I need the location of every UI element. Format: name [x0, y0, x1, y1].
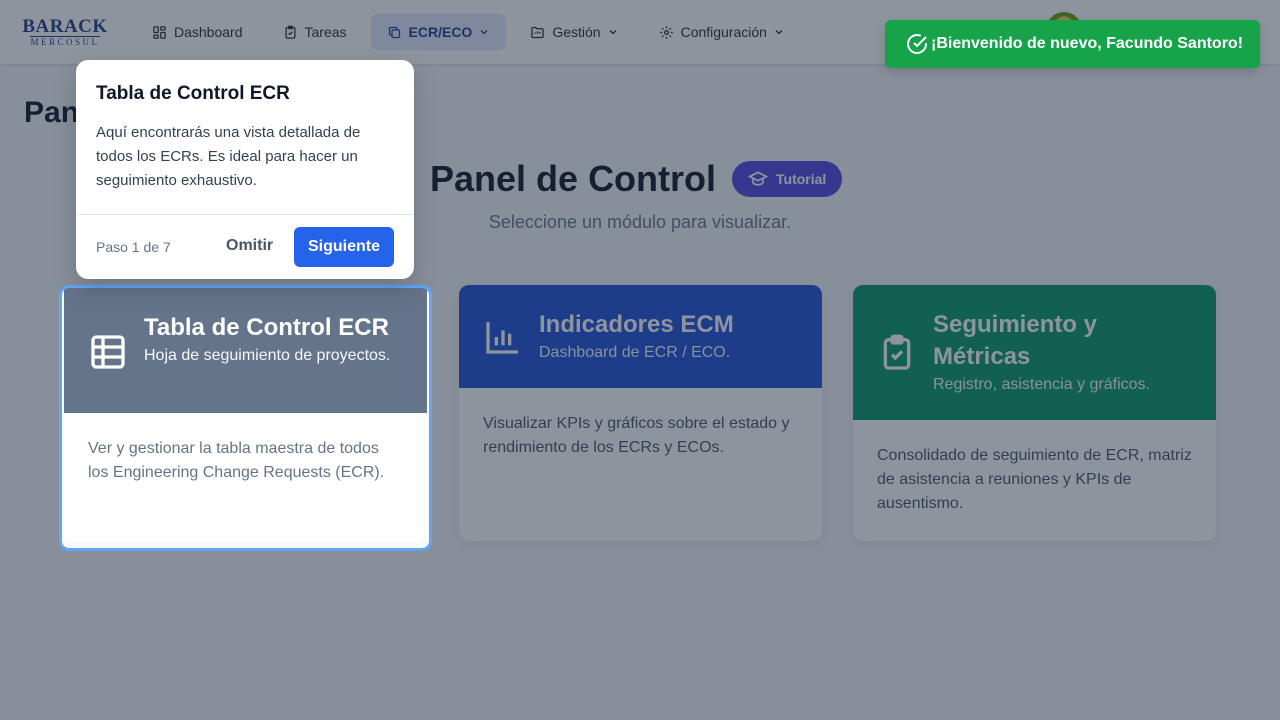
tour-popover: Tabla de Control ECR Aquí encontrarás un… — [76, 60, 414, 279]
card-title: Tabla de Control ECR — [144, 314, 389, 341]
tour-divider — [76, 214, 414, 215]
tour-step-counter: Paso 1 de 7 — [96, 239, 171, 255]
check-circle-icon — [907, 34, 927, 54]
tour-next-button[interactable]: Siguiente — [294, 227, 394, 267]
tour-description: Aquí encontrarás una vista detallada de … — [96, 124, 361, 189]
table-icon — [91, 335, 125, 369]
toast-message: ¡Bienvenido de nuevo, Facundo Santoro! — [931, 35, 1244, 52]
card-description: Ver y gestionar la tabla maestra de todo… — [64, 413, 427, 541]
tour-skip-button[interactable]: Omitir — [226, 237, 273, 255]
welcome-toast[interactable]: ¡Bienvenido de nuevo, Facundo Santoro! — [885, 20, 1260, 68]
tour-highlighted-card[interactable]: Tabla de Control ECR Hoja de seguimiento… — [59, 285, 432, 551]
card-header: Tabla de Control ECR Hoja de seguimiento… — [64, 288, 427, 413]
card-subtitle: Hoja de seguimiento de proyectos. — [144, 347, 391, 364]
tour-title: Tabla de Control ECR — [96, 83, 290, 104]
